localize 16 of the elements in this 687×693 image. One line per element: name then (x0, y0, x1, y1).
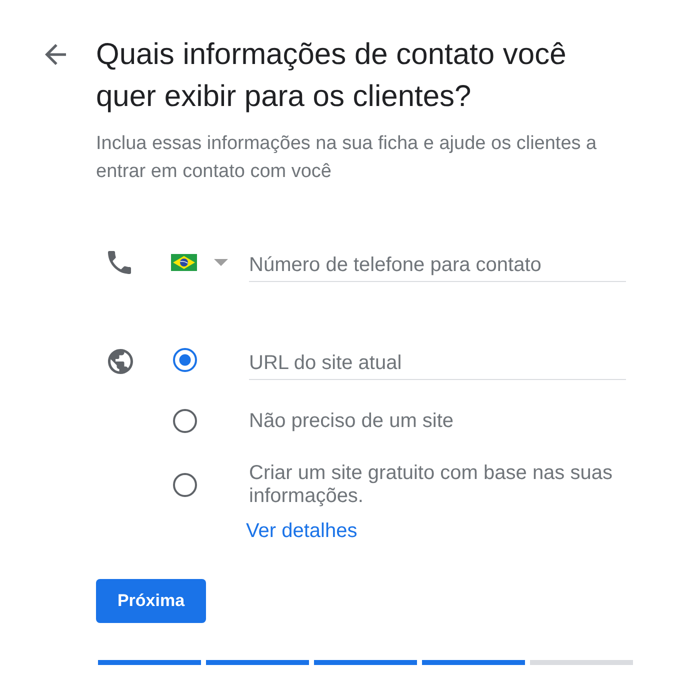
next-button[interactable]: Próxima (96, 579, 206, 623)
back-arrow-icon[interactable] (45, 44, 66, 65)
radio-button[interactable] (173, 473, 197, 497)
phone-icon (108, 250, 131, 274)
option-label: Criar um site gratuito com base nas suas informações. (249, 462, 614, 508)
radio-button[interactable] (173, 409, 197, 433)
option-label: Não preciso de um site (249, 410, 455, 432)
radio-button[interactable] (173, 348, 197, 372)
page-description: Inclua essas informações na sua ficha e ajude os clientes a entrar em contato com você (96, 132, 598, 184)
flag-icon[interactable] (171, 254, 197, 270)
website-url-field[interactable]: URL do site atual (249, 340, 626, 380)
details-link[interactable]: Ver detalhes (246, 519, 358, 543)
page-title: Quais informações de contato você quer exibir para os clientes? (96, 37, 568, 115)
phone-number-field[interactable]: Número de telefone para contato (249, 242, 626, 282)
caret-icon[interactable] (214, 258, 228, 266)
globe-icon (108, 349, 133, 374)
